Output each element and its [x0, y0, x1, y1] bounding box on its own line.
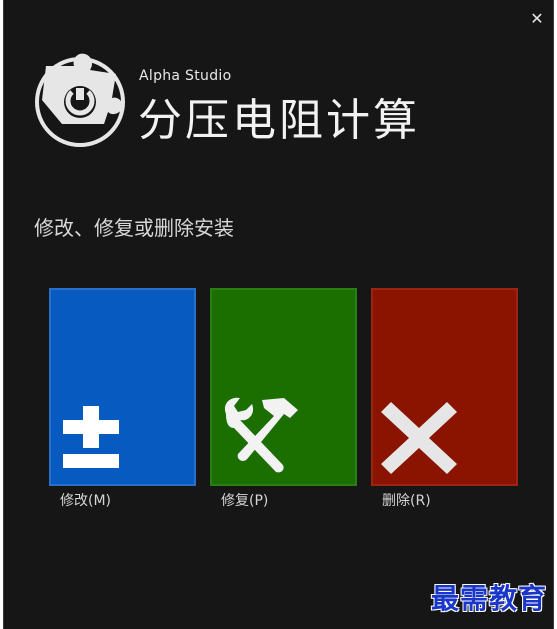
close-icon: ✕ — [530, 9, 544, 28]
installer-window: ✕ Alpha Studio 分压电阻计算 修改、修复或删除安装 修改(M) 修… — [3, 0, 554, 629]
modify-button[interactable] — [49, 288, 196, 486]
modify-label: 修改(M) — [60, 493, 112, 509]
page-subtitle: 修改、修复或删除安装 — [34, 216, 234, 240]
watermark: 最需教育 — [431, 582, 548, 615]
app-logo-icon — [35, 53, 125, 147]
app-title: 分压电阻计算 — [138, 95, 420, 146]
remove-label: 删除(R) — [382, 493, 431, 509]
plus-minus-icon — [63, 406, 119, 468]
close-x-icon — [381, 402, 457, 474]
close-button[interactable]: ✕ — [526, 8, 548, 30]
brand-name: Alpha Studio — [139, 68, 232, 84]
repair-label: 修复(P) — [221, 493, 269, 509]
remove-button[interactable] — [371, 288, 518, 486]
repair-button[interactable] — [210, 288, 357, 486]
wrench-hammer-icon — [224, 397, 298, 473]
